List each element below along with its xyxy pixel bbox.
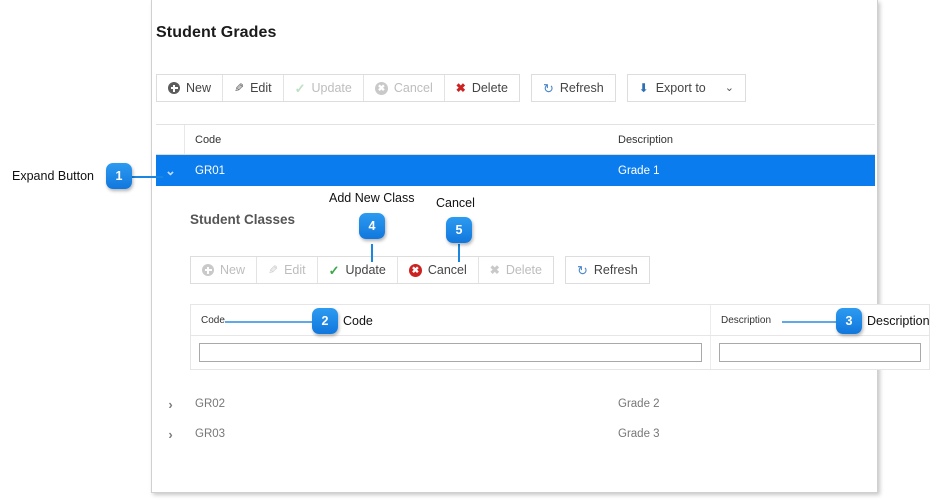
- update-button: ✓ Update: [283, 75, 364, 101]
- download-icon: ⬇: [638, 81, 649, 95]
- cell-code-editor: [191, 336, 711, 369]
- cell-description: Grade 2: [618, 398, 660, 410]
- refresh-icon: ↻: [542, 80, 554, 96]
- annotation-badge-1: 1: [106, 163, 132, 189]
- annotation-label-1: Expand Button: [12, 169, 95, 183]
- table-row[interactable]: › GR02 Grade 2: [156, 389, 875, 419]
- refresh-button[interactable]: ↻ Refresh: [531, 75, 615, 101]
- check-icon: ✓: [294, 80, 306, 96]
- annotation-label-5: Cancel: [436, 196, 475, 210]
- cancel-button: ✖ Cancel: [363, 75, 445, 101]
- detail-delete-button: ✖ Delete: [478, 257, 553, 283]
- detail-toolbar-spacer: [554, 256, 565, 284]
- annotation-label-2: Code: [343, 314, 373, 328]
- annotation-badge-4: 4: [359, 213, 385, 239]
- header-expand-col: [156, 125, 185, 154]
- main-toolbar-crud-group: New ✎ Edit ✓ Update ✖ Cancel ✖ Delete: [156, 74, 520, 102]
- cell-description-editor: [711, 336, 929, 369]
- plus-circle-icon: [202, 264, 214, 276]
- check-icon: ✓: [328, 262, 340, 278]
- export-group: ⬇ Export to ⌄: [626, 74, 746, 102]
- new-button[interactable]: New: [157, 75, 224, 101]
- refresh-icon: ↻: [576, 262, 588, 278]
- detail-cancel-button[interactable]: ✖ Cancel: [397, 257, 479, 283]
- student-classes-detail: Student Classes New ✎ Edit ✓ Update ✖ Ca…: [156, 186, 930, 382]
- toolbar-spacer-1: [520, 74, 531, 102]
- annotation-leader-1: [131, 176, 163, 178]
- header-description[interactable]: Description: [610, 125, 875, 154]
- header-code[interactable]: Code: [185, 125, 610, 154]
- x-icon: ✖: [489, 263, 500, 277]
- page-title: Student Grades: [156, 24, 277, 41]
- pencil-icon: ✎: [234, 81, 245, 95]
- pencil-icon: ✎: [268, 263, 279, 277]
- plus-circle-icon: [168, 82, 180, 94]
- annotation-leader-5: [458, 244, 460, 262]
- annotation-leader-4: [371, 244, 373, 262]
- cell-description: Grade 3: [618, 428, 660, 440]
- x-icon: ✖: [455, 81, 466, 95]
- cell-description: Grade 1: [618, 164, 660, 177]
- detail-refresh-button[interactable]: ↻ Refresh: [565, 257, 649, 283]
- student-classes-grid: Code Description: [190, 304, 930, 370]
- cell-code: GR02: [195, 398, 226, 410]
- refresh-group: ↻ Refresh: [530, 74, 616, 102]
- chevron-right-icon: ›: [168, 396, 173, 412]
- cell-code: GR01: [195, 164, 226, 177]
- chevron-down-icon[interactable]: ⌄: [725, 82, 734, 94]
- expand-button[interactable]: ›: [156, 427, 185, 442]
- detail-toolbar: New ✎ Edit ✓ Update ✖ Cancel ✖ Delete ↻ …: [190, 256, 650, 284]
- detail-title: Student Classes: [190, 212, 296, 227]
- sub-header-code[interactable]: Code: [191, 305, 711, 335]
- chevron-right-icon: ›: [168, 426, 173, 442]
- detail-new-button: New: [191, 257, 258, 283]
- detail-edit-button: ✎ Edit: [257, 257, 318, 283]
- grades-grid-header: Code Description: [156, 125, 875, 155]
- code-input[interactable]: [199, 343, 702, 362]
- cell-code: GR03: [195, 428, 226, 440]
- table-row[interactable]: ⌄ GR01 Grade 1: [156, 155, 875, 186]
- annotation-label-3: Description: [867, 314, 930, 328]
- chevron-down-icon: ⌄: [165, 162, 176, 178]
- delete-button[interactable]: ✖ Delete: [444, 75, 519, 101]
- grades-grid-remaining-rows: › GR02 Grade 2 › GR03 Grade 3: [156, 389, 875, 449]
- detail-refresh-group: ↻ Refresh: [564, 256, 650, 284]
- main-toolbar: New ✎ Edit ✓ Update ✖ Cancel ✖ Delete ↻ …: [156, 74, 746, 102]
- student-grades-panel: Student Grades New ✎ Edit ✓ Update ✖ Can…: [151, 0, 930, 493]
- cancel-circle-icon: ✖: [408, 263, 422, 277]
- edit-button[interactable]: ✎ Edit: [223, 75, 284, 101]
- student-classes-edit-row: [191, 336, 929, 369]
- table-row[interactable]: › GR03 Grade 3: [156, 419, 875, 449]
- toolbar-spacer-2: [616, 74, 627, 102]
- export-to-button[interactable]: ⬇ Export to ⌄: [627, 75, 745, 101]
- annotation-badge-5: 5: [446, 217, 472, 243]
- cancel-circle-icon: ✖: [374, 81, 388, 95]
- annotation-badge-2: 2: [312, 308, 338, 334]
- annotation-badge-3: 3: [836, 308, 862, 334]
- annotation-label-4: Add New Class: [329, 191, 415, 205]
- detail-update-button[interactable]: ✓ Update: [317, 257, 398, 283]
- screenshot-root: Student Grades New ✎ Edit ✓ Update ✖ Can…: [0, 0, 949, 500]
- description-input[interactable]: [719, 343, 921, 362]
- grades-grid: Code Description ⌄ GR01 Grade 1: [156, 124, 875, 186]
- expand-button[interactable]: ›: [156, 397, 185, 412]
